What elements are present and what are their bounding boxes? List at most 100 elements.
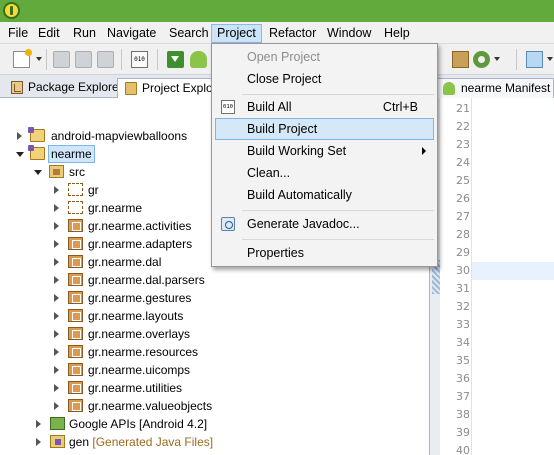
tree-item-label: nearme [48,145,95,163]
menu-item-label: Build All [247,100,292,114]
line-number: 38 [456,408,470,421]
menu-item-clean[interactable]: Clean... [215,162,434,184]
package-icon [68,381,83,394]
download-icon[interactable] [167,51,184,68]
tree-item-label: gr.nearme.gestures [88,291,192,305]
toolbar-separator [516,49,517,70]
expand-twisty-icon[interactable] [54,348,59,356]
expand-twisty-icon[interactable] [54,258,59,266]
expand-twisty-icon[interactable] [54,384,59,392]
tree-item-label: gr.nearme.layouts [88,309,184,323]
line-number: 24 [456,156,470,169]
expand-twisty-icon[interactable] [54,186,59,194]
manifest-editor[interactable]: 21 22 23 24 25 26 27 28 29 30 31 32 33 3… [430,98,554,455]
new-dropdown-chevron-icon[interactable] [36,57,42,61]
expand-twisty-icon[interactable] [54,276,59,284]
expand-twisty-icon[interactable] [54,204,59,212]
print-icon[interactable] [97,51,114,68]
run-dropdown-chevron-icon[interactable] [494,57,500,61]
menu-run[interactable]: Run [68,24,101,43]
menu-item-open-project[interactable]: Open Project [215,46,434,68]
menu-item-build-project[interactable]: Build Project [215,118,434,140]
expand-twisty-icon[interactable] [54,366,59,374]
tab-label: Project Explo [142,81,213,95]
package-icon [68,399,83,412]
tree-item-label: gr.nearme [88,201,143,215]
tree-item-label: gr.nearme.overlays [88,327,191,341]
menu-item-generate-javadoc[interactable]: Generate Javadoc... [215,213,434,235]
expand-twisty-icon[interactable] [54,294,59,302]
tree-item-label: gr.nearme.adapters [88,237,193,251]
toolbar-separator [157,49,158,70]
menu-edit[interactable]: Edit [33,24,65,43]
tree-item-label: gr.nearme.activities [88,219,192,233]
project-explorer-icon [125,82,137,95]
menu-window[interactable]: Window [322,24,376,43]
open-type-icon[interactable] [526,51,543,68]
open-type-dropdown-chevron-icon[interactable] [547,57,553,61]
tab-package-explorer[interactable]: Package Explore [4,78,117,98]
menu-item-label: Clean... [247,166,291,180]
collapse-twisty-icon[interactable] [34,170,42,175]
tree-item-label: gr.nearme.dal [88,255,162,269]
expand-twisty-icon[interactable] [36,420,41,428]
menu-item-build-all[interactable]: 010 Build All Ctrl+B [215,96,434,118]
package-icon [68,363,83,376]
expand-twisty-icon[interactable] [54,240,59,248]
expand-twisty-icon[interactable] [17,132,22,140]
menu-item-build-automatically[interactable]: Build Automatically [215,184,434,206]
tree-item-label: src [69,165,85,179]
menu-file[interactable]: File [3,24,33,43]
library-icon [50,417,65,430]
menu-item-label: Build Project [247,122,318,136]
menu-item-properties[interactable]: Properties [215,242,434,264]
save-all-icon[interactable] [75,51,92,68]
tree-item-label: gr.nearme.valueobjects [88,399,213,413]
menu-bar: File Edit Run Navigate Search Project Re… [0,22,554,44]
expand-twisty-icon[interactable] [54,402,59,410]
expand-twisty-icon[interactable] [54,330,59,338]
collapse-twisty-icon[interactable] [16,152,24,157]
run-icon[interactable] [473,51,490,68]
package-icon [68,219,83,232]
line-number: 36 [456,372,470,385]
tree-item-label: gr.nearme.uicomps [88,363,191,377]
tab-project-explorer[interactable]: Project Explo [117,78,213,98]
tree-item-label: gr.nearme.resources [88,345,199,359]
menu-separator [242,239,434,240]
menu-help[interactable]: Help [379,24,415,43]
build-all-icon: 010 [221,100,235,114]
line-number: 22 [456,120,470,133]
menu-project[interactable]: Project [211,24,262,43]
android-sdk-icon[interactable] [190,51,207,68]
line-number: 28 [456,228,470,241]
package-icon[interactable] [452,51,469,68]
expand-twisty-icon[interactable] [54,312,59,320]
save-icon[interactable] [53,51,70,68]
expand-twisty-icon[interactable] [54,222,59,230]
menu-item-build-working-set[interactable]: Build Working Set [215,140,434,162]
menu-search[interactable]: Search [164,24,214,43]
current-line-highlight [472,262,554,280]
tree-item-label: android-mapviewballoons [51,129,188,143]
line-number: 31 [456,282,470,295]
toolbar-separator [121,49,122,70]
tab-nearme-manifest[interactable]: nearme Manifest [436,78,554,98]
new-wizard-icon[interactable] [13,49,32,68]
menu-refactor[interactable]: Refactor [264,24,321,43]
android-icon [443,82,455,95]
tree-item-name: gen [69,435,90,449]
menu-navigate[interactable]: Navigate [102,24,161,43]
menu-separator [242,94,434,95]
project-icon [28,127,45,142]
menu-item-close-project[interactable]: Close Project [215,68,434,90]
tree-item-label: gr.nearme.dal.parsers [88,273,205,287]
tree-item-label: gen [Generated Java Files] [69,433,213,451]
tab-label: nearme Manifest [461,81,551,95]
line-number: 39 [456,426,470,439]
binary-icon[interactable]: 010 [131,51,148,68]
menu-item-label: Open Project [247,50,320,64]
eclipse-icon [3,2,20,19]
menu-item-label: Build Working Set [247,144,347,158]
expand-twisty-icon[interactable] [36,438,41,446]
